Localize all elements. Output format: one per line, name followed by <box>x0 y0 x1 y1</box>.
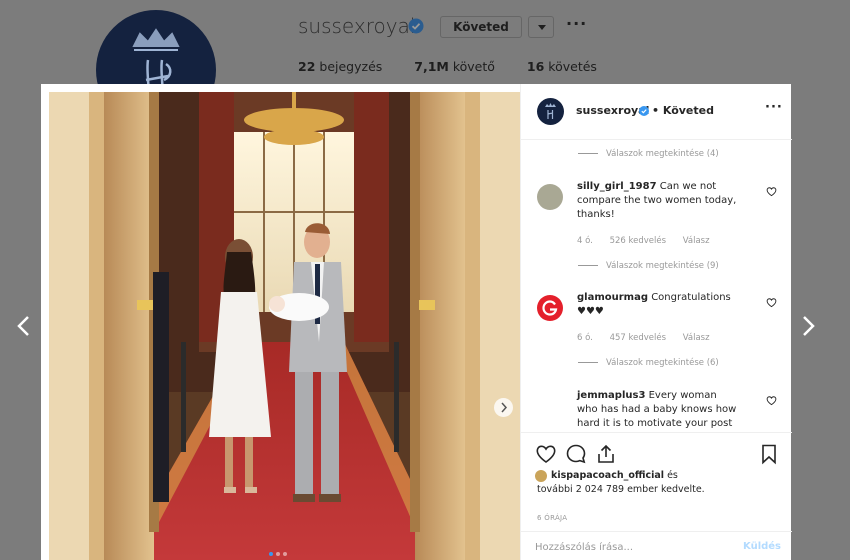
post-comment-button[interactable]: Küldés <box>743 541 781 552</box>
comment-input[interactable] <box>535 538 725 556</box>
post-photo[interactable] <box>49 92 520 560</box>
following-stat[interactable]: 16 követés <box>527 59 597 74</box>
comment-text: silly_girl_1987 Can we not compare the t… <box>577 181 737 220</box>
add-comment-bar: Küldés <box>521 531 792 560</box>
liker-avatar <box>535 469 547 482</box>
following-status[interactable]: • Követed <box>652 104 714 117</box>
post-options-icon[interactable]: ··· <box>765 100 783 115</box>
comment-username[interactable]: glamourmag <box>577 292 648 303</box>
comment-meta: 4 ó. 526 kedvelés Válasz <box>577 236 724 246</box>
carousel-dot <box>283 552 287 556</box>
view-replies-link[interactable]: Válaszok megtekintése (4) <box>578 149 719 159</box>
more-options-icon[interactable]: ··· <box>566 14 587 33</box>
post-actions: kispapacoach_official és további 2 024 7… <box>521 432 792 560</box>
verified-badge-icon <box>408 18 424 34</box>
comment-username[interactable]: silly_girl_1987 <box>577 181 657 192</box>
heart-icon[interactable] <box>535 443 557 465</box>
post-author-avatar[interactable] <box>537 98 564 125</box>
comment-heart-icon[interactable] <box>766 186 777 197</box>
carousel-next-button[interactable] <box>494 398 513 417</box>
comment-avatar[interactable] <box>537 184 563 210</box>
comment-text: glamourmag Congratulations ♥♥♥ <box>577 292 731 317</box>
chevron-left-icon[interactable] <box>14 314 34 338</box>
comment-avatar[interactable] <box>537 295 563 321</box>
comment-username[interactable]: jemmaplus3 <box>577 390 645 401</box>
share-icon[interactable] <box>595 443 617 465</box>
comment-heart-icon[interactable] <box>766 395 777 406</box>
post-sidebar: sussexroyal • Követed ··· Válaszok megte… <box>520 84 792 560</box>
suggestions-dropdown-button[interactable] <box>528 16 554 38</box>
carousel-dot-active <box>269 552 273 556</box>
profile-stats: 22 bejegyzés 7,1M követő 16 követés <box>298 59 625 74</box>
comment-meta: 6 ó. 457 kedvelés Válasz <box>577 333 724 343</box>
verified-badge-icon <box>639 106 649 116</box>
bookmark-icon[interactable] <box>758 443 780 465</box>
comment-icon[interactable] <box>565 443 587 465</box>
reply-link[interactable]: Válasz <box>683 333 710 343</box>
likes-summary[interactable]: kispapacoach_official és további 2 024 7… <box>535 469 777 497</box>
chevron-right-icon[interactable] <box>798 314 818 338</box>
comment-time: 4 ó. <box>577 236 593 246</box>
post-timestamp[interactable]: 6 ÓRÁJA <box>537 514 567 522</box>
profile-username: sussexroyal <box>298 14 416 38</box>
comments-list: Válaszok megtekintése (4) silly_girl_198… <box>521 141 792 431</box>
carousel-dot <box>276 552 280 556</box>
view-replies-link[interactable]: Válaszok megtekintése (9) <box>578 261 719 271</box>
comment-likes[interactable]: 457 kedvelés <box>610 333 666 343</box>
followers-stat[interactable]: 7,1M követő <box>414 59 495 74</box>
reply-link[interactable]: Válasz <box>683 236 710 246</box>
comment-heart-icon[interactable] <box>766 297 777 308</box>
posts-stat: 22 bejegyzés <box>298 59 383 74</box>
comment-text: jemmaplus3 Every woman who has had a bab… <box>577 390 737 429</box>
following-button[interactable]: Követed <box>440 16 522 38</box>
comment-time: 6 ó. <box>577 333 593 343</box>
view-replies-link[interactable]: Válaszok megtekintése (6) <box>578 358 719 368</box>
post-modal: sussexroyal • Követed ··· Válaszok megte… <box>41 84 792 560</box>
post-header: sussexroyal • Követed ··· <box>521 84 792 140</box>
comment-likes[interactable]: 526 kedvelés <box>610 236 666 246</box>
carousel-dots <box>269 541 290 560</box>
